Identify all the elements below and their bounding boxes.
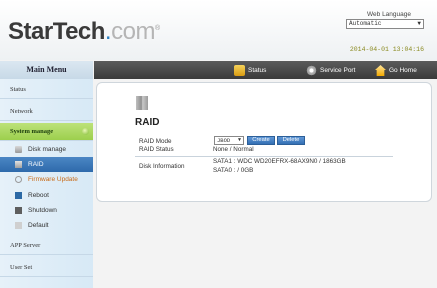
status-icon — [234, 65, 245, 76]
active-dot-icon — [82, 128, 89, 135]
web-language-label: Web Language — [367, 11, 411, 18]
web-language-value: Automatic — [349, 20, 382, 27]
disk-icon — [15, 146, 22, 153]
sidebar-item-system-manage-label: System manage — [10, 128, 54, 135]
web-language-select[interactable]: Automatic ▼ — [346, 19, 424, 29]
sidebar-item-status[interactable]: Status — [0, 81, 93, 99]
sidebar-sub-reboot[interactable]: Reboot — [0, 188, 93, 203]
sidebar-sub-disk-manage[interactable]: Disk manage — [0, 142, 93, 157]
default-icon — [15, 222, 22, 229]
sidebar-sub-raid-label: RAID — [28, 161, 44, 168]
sidebar-sub-shutdown[interactable]: Shutdown — [0, 203, 93, 218]
disk-info-sata0: SATA0 : / 0GB — [213, 167, 254, 174]
raid-icon — [15, 161, 22, 168]
top-nav-bar: Status Service Port Go Home — [94, 61, 437, 79]
raid-mode-label: RAID Mode — [139, 138, 172, 145]
sidebar-sub-default-label: Default — [28, 222, 49, 229]
nav-go-home[interactable]: Go Home — [375, 64, 417, 77]
sidebar: Main Menu Status Network System manage D… — [0, 61, 93, 288]
logo-text-com: com — [111, 18, 155, 45]
sidebar-sub-reboot-label: Reboot — [28, 192, 49, 199]
sidebar-sub-raid[interactable]: RAID — [0, 157, 93, 172]
sidebar-sub-disk-manage-label: Disk manage — [28, 146, 66, 153]
reboot-icon — [15, 192, 22, 199]
nav-service-port[interactable]: Service Port — [306, 64, 355, 77]
registered-mark: ® — [154, 25, 160, 32]
sidebar-sub-shutdown-label: Shutdown — [28, 207, 57, 214]
sidebar-sub-default[interactable]: Default — [0, 218, 93, 233]
sidebar-title: Main Menu — [0, 61, 93, 79]
gear-icon — [306, 65, 317, 76]
raid-panel: RAID RAID Mode JBOD ▼ Create Delete RAID… — [96, 82, 432, 202]
chevron-down-icon: ▼ — [417, 20, 421, 27]
raid-status-label: RAID Status — [139, 146, 174, 153]
sidebar-item-app-server[interactable]: APP Server — [0, 237, 93, 255]
disk-info-sata1: SATA1 : WDC WD20EFRX-68AX9N0 / 1863GB — [213, 158, 346, 165]
disk-information-label: Disk Information — [139, 163, 185, 170]
raid-mode-select[interactable]: JBOD ▼ — [214, 136, 244, 145]
divider — [135, 156, 393, 157]
sidebar-item-user-set[interactable]: User Set — [0, 259, 93, 277]
nav-status[interactable]: Status — [234, 64, 266, 77]
sidebar-item-network[interactable]: Network — [0, 103, 93, 121]
delete-button[interactable]: Delete — [277, 136, 305, 145]
sidebar-sub-firmware-update[interactable]: Firmware Update — [0, 172, 93, 187]
sidebar-sub-firmware-update-label: Firmware Update — [28, 176, 78, 183]
page-title: RAID — [135, 117, 160, 128]
sidebar-item-system-manage[interactable]: System manage — [0, 123, 93, 141]
create-button[interactable]: Create — [247, 136, 275, 145]
startech-logo[interactable]: StarTech.com® — [8, 18, 160, 46]
chevron-down-icon: ▼ — [237, 137, 241, 143]
raid-status-value: None / Normal — [213, 146, 254, 153]
nav-status-label: Status — [248, 67, 267, 74]
datetime-display: 2014-04-01 13:04:16 — [349, 46, 424, 53]
nav-service-port-label: Service Port — [320, 67, 356, 74]
shutdown-icon — [15, 207, 22, 214]
header: StarTech.com® Web Language Automatic ▼ 2… — [0, 0, 437, 60]
raid-icon — [136, 96, 148, 110]
logo-text-main: StarTech — [8, 18, 105, 45]
firmware-icon — [15, 176, 22, 183]
raid-mode-value: JBOD — [217, 137, 231, 144]
home-icon — [375, 65, 386, 76]
nav-go-home-label: Go Home — [389, 67, 417, 74]
